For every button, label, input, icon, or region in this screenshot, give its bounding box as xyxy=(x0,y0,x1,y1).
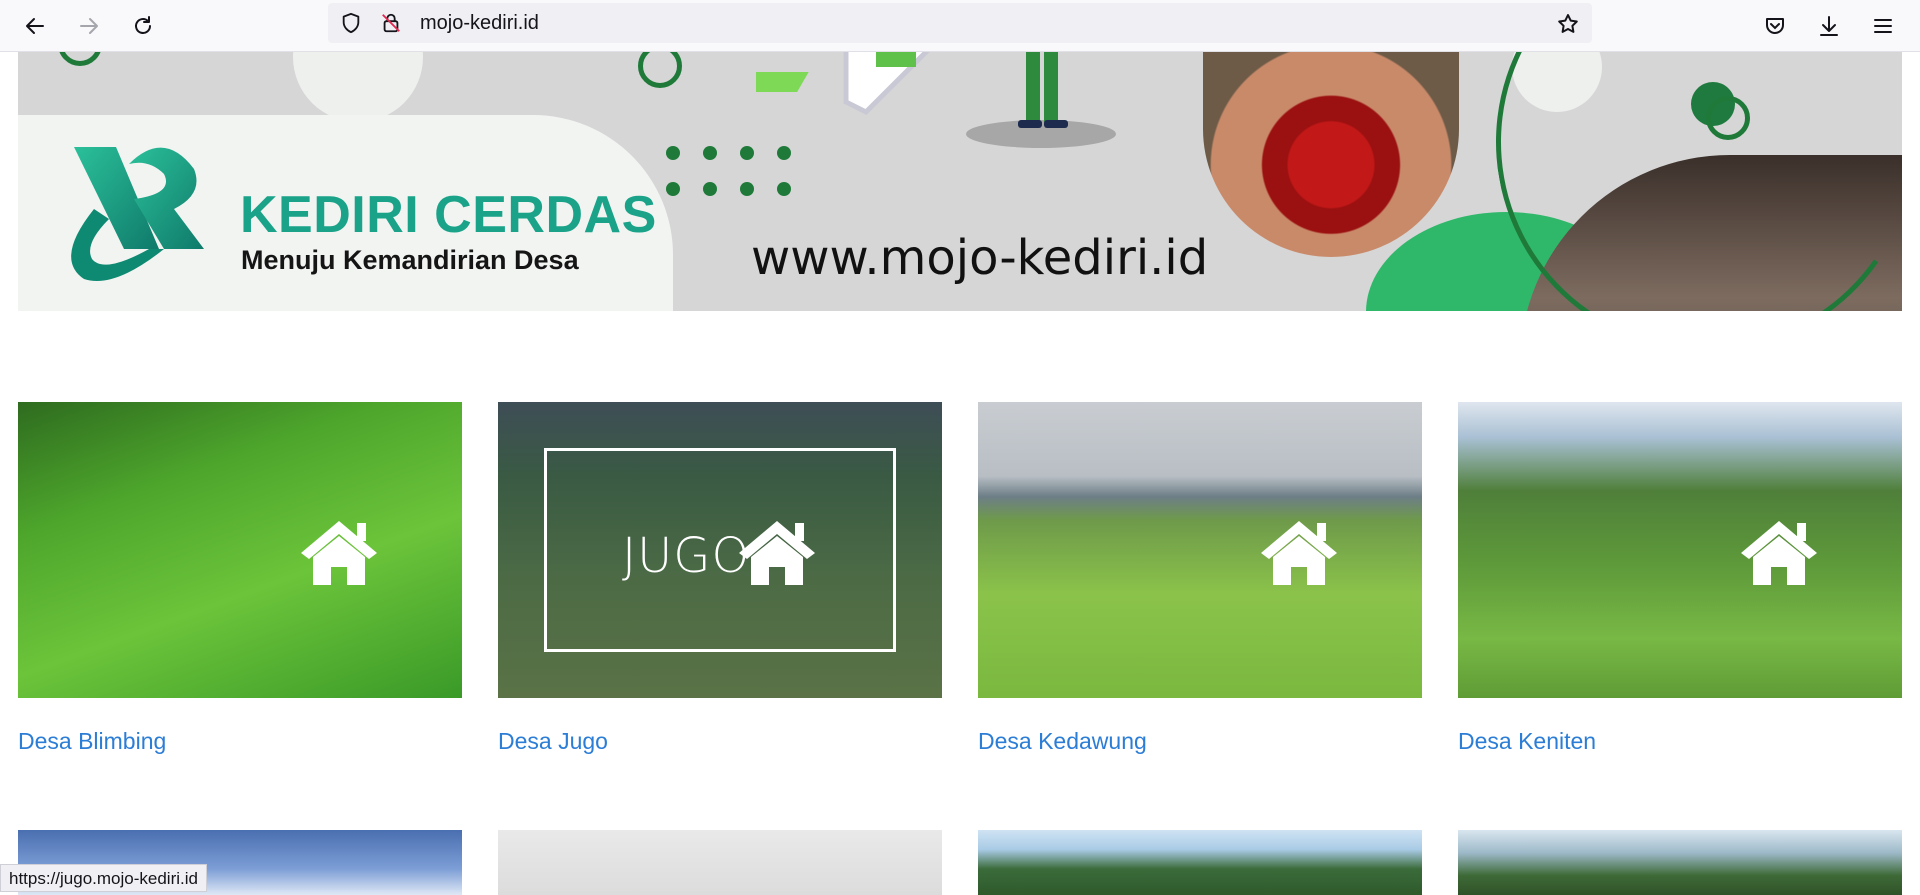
banner-website: www.mojo-kediri.id xyxy=(751,230,1209,286)
village-photo[interactable] xyxy=(498,830,942,895)
person-illustration xyxy=(966,52,1116,148)
village-link[interactable]: Desa Kedawung xyxy=(978,728,1147,755)
village-card[interactable]: Desa Kedawung xyxy=(978,402,1422,762)
hamburger-menu-icon xyxy=(1874,19,1892,33)
pocket-icon xyxy=(1766,18,1784,34)
village-card[interactable]: Desa Keniten xyxy=(1458,402,1902,762)
back-button[interactable] xyxy=(16,7,54,45)
tracking-shield-icon[interactable] xyxy=(340,12,362,34)
chili-photo xyxy=(1203,52,1459,257)
village-photo[interactable] xyxy=(1458,402,1902,698)
brand-title: KEDIRI CERDAS xyxy=(240,186,657,244)
village-photo[interactable] xyxy=(1458,830,1902,895)
village-photo[interactable] xyxy=(978,830,1422,895)
home-icon xyxy=(739,521,815,585)
brand-subtitle: Menuju Kemandirian Desa xyxy=(241,245,579,275)
reload-button[interactable] xyxy=(124,7,162,45)
village-link[interactable]: Desa Blimbing xyxy=(18,728,166,755)
back-arrow-icon xyxy=(26,18,44,34)
bookmark-star-icon[interactable] xyxy=(1556,12,1580,36)
site-banner: KEDIRI CERDAS Menuju Kemandirian Desa ww… xyxy=(18,52,1902,311)
pocket-button[interactable] xyxy=(1756,7,1794,45)
downloads-button[interactable] xyxy=(1810,7,1848,45)
decor-ring xyxy=(1706,96,1750,140)
link-status-preview: https://jugo.mojo-kediri.id xyxy=(0,864,207,892)
forward-arrow-icon xyxy=(80,18,98,34)
tablet-illustration xyxy=(756,52,930,116)
kediri-logo xyxy=(71,147,204,281)
insecure-lock-icon[interactable] xyxy=(380,12,402,34)
menu-button[interactable] xyxy=(1864,7,1902,45)
forward-button[interactable] xyxy=(70,7,108,45)
address-bar[interactable]: mojo-kediri.id xyxy=(328,3,1592,43)
decor-ring xyxy=(638,52,682,88)
hover-overlay-text: JUGO xyxy=(622,528,751,584)
village-photo[interactable]: JUGO xyxy=(498,402,942,698)
home-icon xyxy=(1741,521,1817,585)
village-link[interactable]: Desa Keniten xyxy=(1458,728,1596,755)
village-photo[interactable] xyxy=(18,402,462,698)
village-link[interactable]: Desa Jugo xyxy=(498,728,608,755)
village-card[interactable]: JUGO Desa Jugo xyxy=(498,402,942,762)
decor-circle xyxy=(293,52,423,122)
home-icon xyxy=(1261,521,1337,585)
browser-toolbar: mojo-kediri.id xyxy=(0,0,1920,52)
village-card[interactable]: Desa Blimbing xyxy=(18,402,462,762)
url-text[interactable]: mojo-kediri.id xyxy=(420,12,539,35)
village-photo[interactable] xyxy=(978,402,1422,698)
decor-dots xyxy=(666,146,791,198)
reload-icon xyxy=(135,16,151,34)
download-icon xyxy=(1820,16,1838,36)
decor-ring xyxy=(58,52,102,66)
home-icon xyxy=(301,521,377,585)
